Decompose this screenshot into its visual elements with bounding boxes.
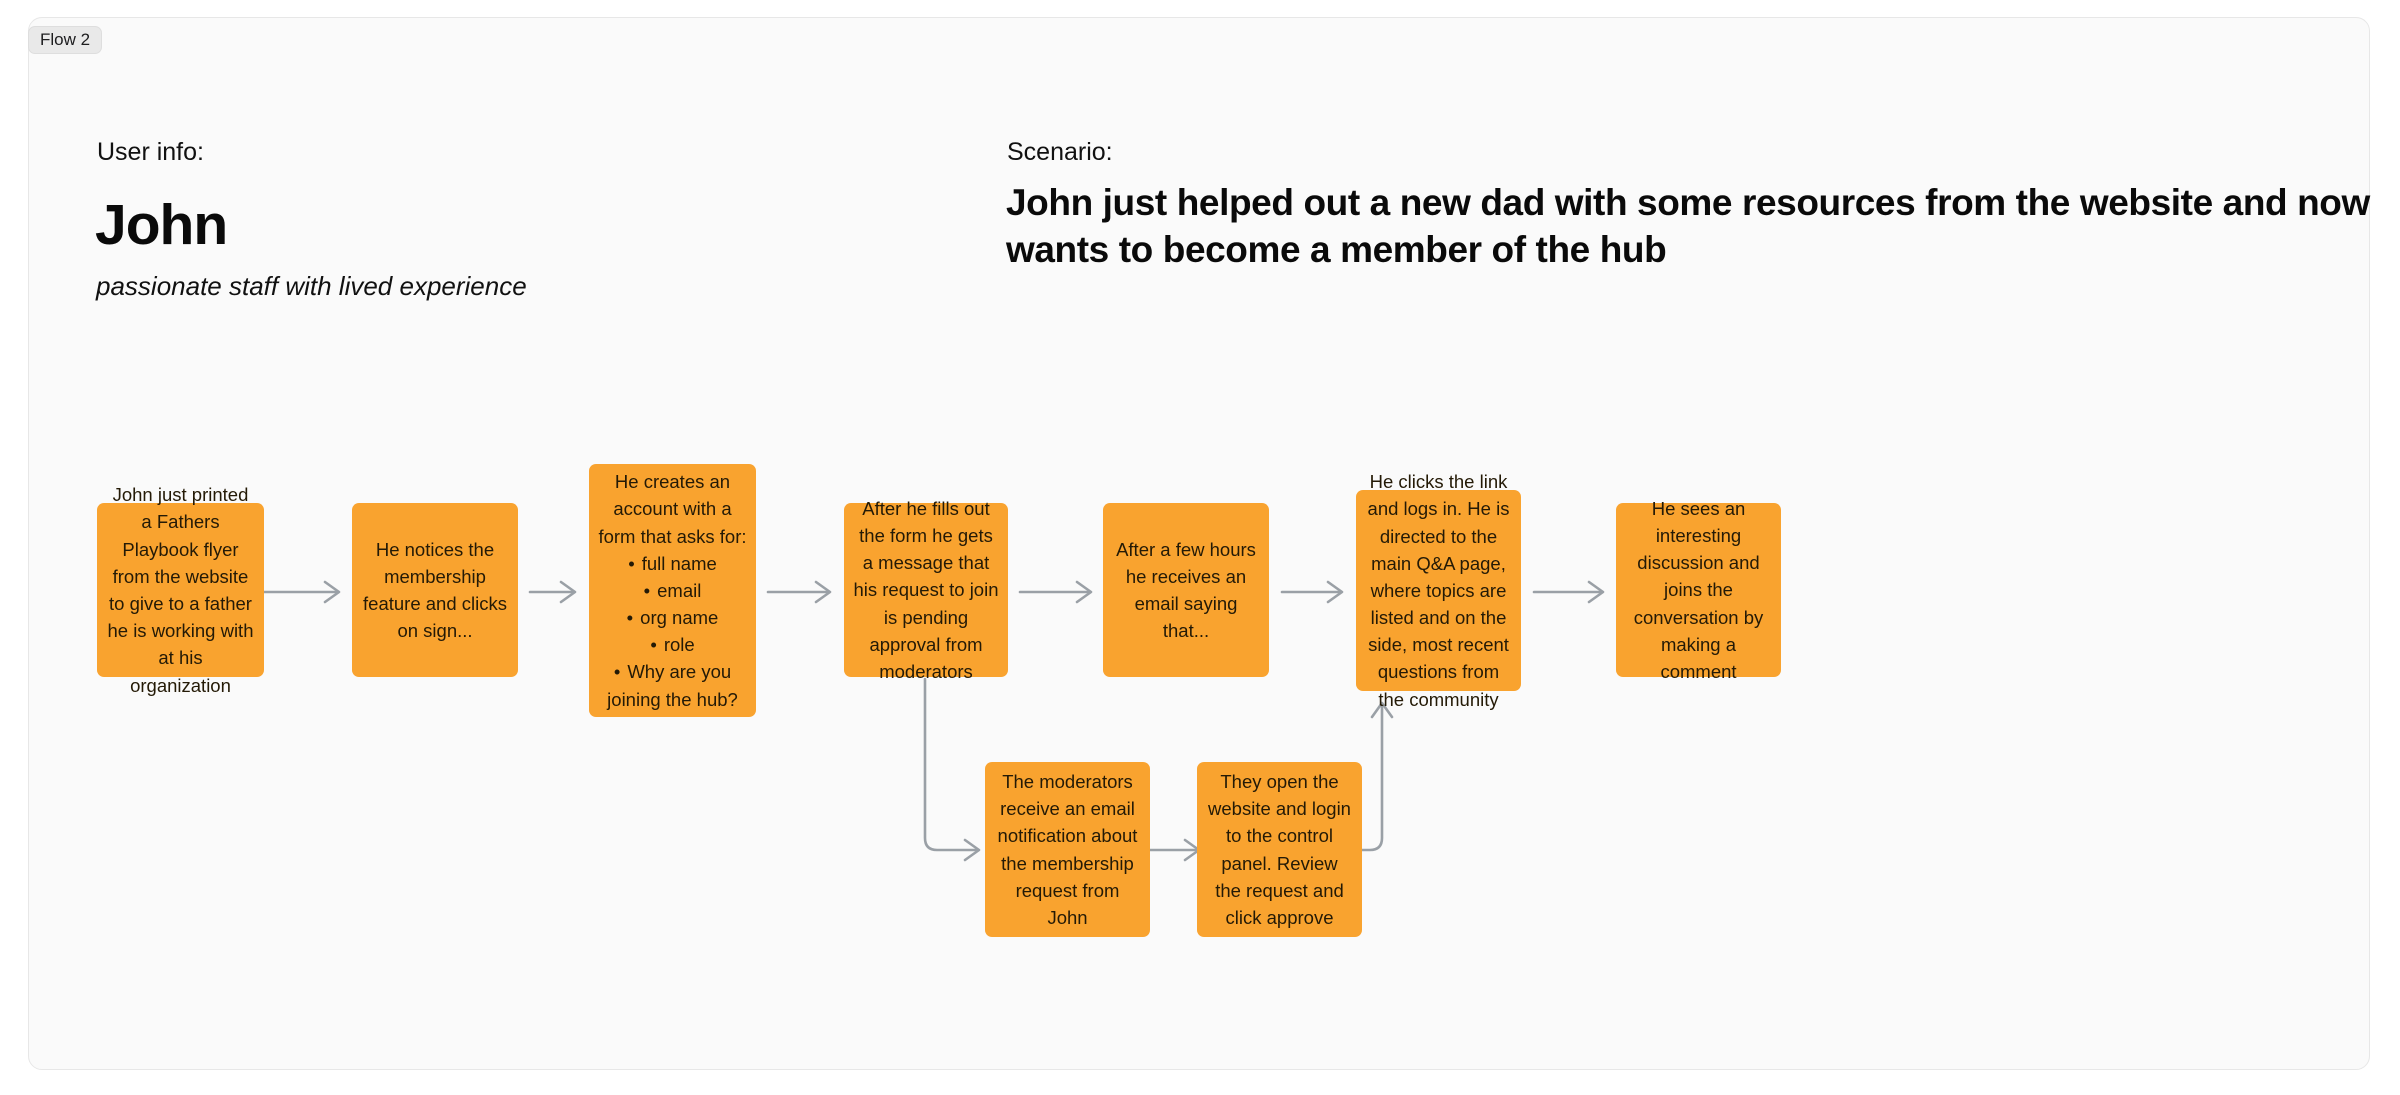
flow-node-2[interactable]: He notices the membership feature and cl… — [352, 503, 518, 677]
flow-node-4-text: After he fills out the form he gets a me… — [853, 497, 999, 682]
flow-node-6-text: He clicks the link and logs in. He is di… — [1367, 471, 1510, 710]
flow-node-3-lead: He creates an account with a form that a… — [598, 471, 747, 547]
user-name: John — [95, 193, 228, 257]
flow-node-8-text: The moderators receive an email notifica… — [997, 770, 1138, 928]
flow-node-1-text: John just printed a Fathers Playbook fly… — [107, 484, 254, 696]
flow-node-2-text: He notices the membership feature and cl… — [363, 538, 507, 642]
flow-node-9[interactable]: They open the website and login to the c… — [1197, 762, 1362, 937]
list-item: Why are you joining the hub? — [598, 658, 747, 712]
flow-node-8[interactable]: The moderators receive an email notifica… — [985, 762, 1150, 937]
flow-node-6[interactable]: He clicks the link and logs in. He is di… — [1356, 471, 1521, 710]
flow-node-1[interactable]: John just printed a Fathers Playbook fly… — [97, 484, 264, 696]
flow-node-9-text: They open the website and login to the c… — [1208, 770, 1351, 928]
user-info-label: User info: — [97, 138, 204, 166]
scenario-label: Scenario: — [1007, 138, 1113, 166]
flow-node-7[interactable]: He sees an interesting discussion and jo… — [1616, 498, 1781, 682]
list-item: full name — [598, 550, 747, 577]
scenario-heading: John just helped out a new dad with some… — [1006, 182, 2370, 271]
list-item: role — [598, 631, 747, 658]
flow-node-5-text: After a few hours he receives an email s… — [1116, 538, 1256, 642]
flow-title-badge[interactable]: Flow 2 — [28, 26, 103, 54]
list-item: org name — [598, 604, 747, 631]
user-subtitle: passionate staff with lived experience — [96, 271, 527, 301]
flow-node-7-text: He sees an interesting discussion and jo… — [1633, 497, 1764, 682]
flow-node-3[interactable]: He creates an account with a form that a… — [589, 464, 756, 717]
flow-node-5[interactable]: After a few hours he receives an email s… — [1103, 503, 1269, 677]
flow-node-4[interactable]: After he fills out the form he gets a me… — [844, 498, 1008, 682]
flow-node-3-bullet-list: full name email org name role Why are yo… — [598, 550, 747, 713]
list-item: email — [598, 577, 747, 604]
